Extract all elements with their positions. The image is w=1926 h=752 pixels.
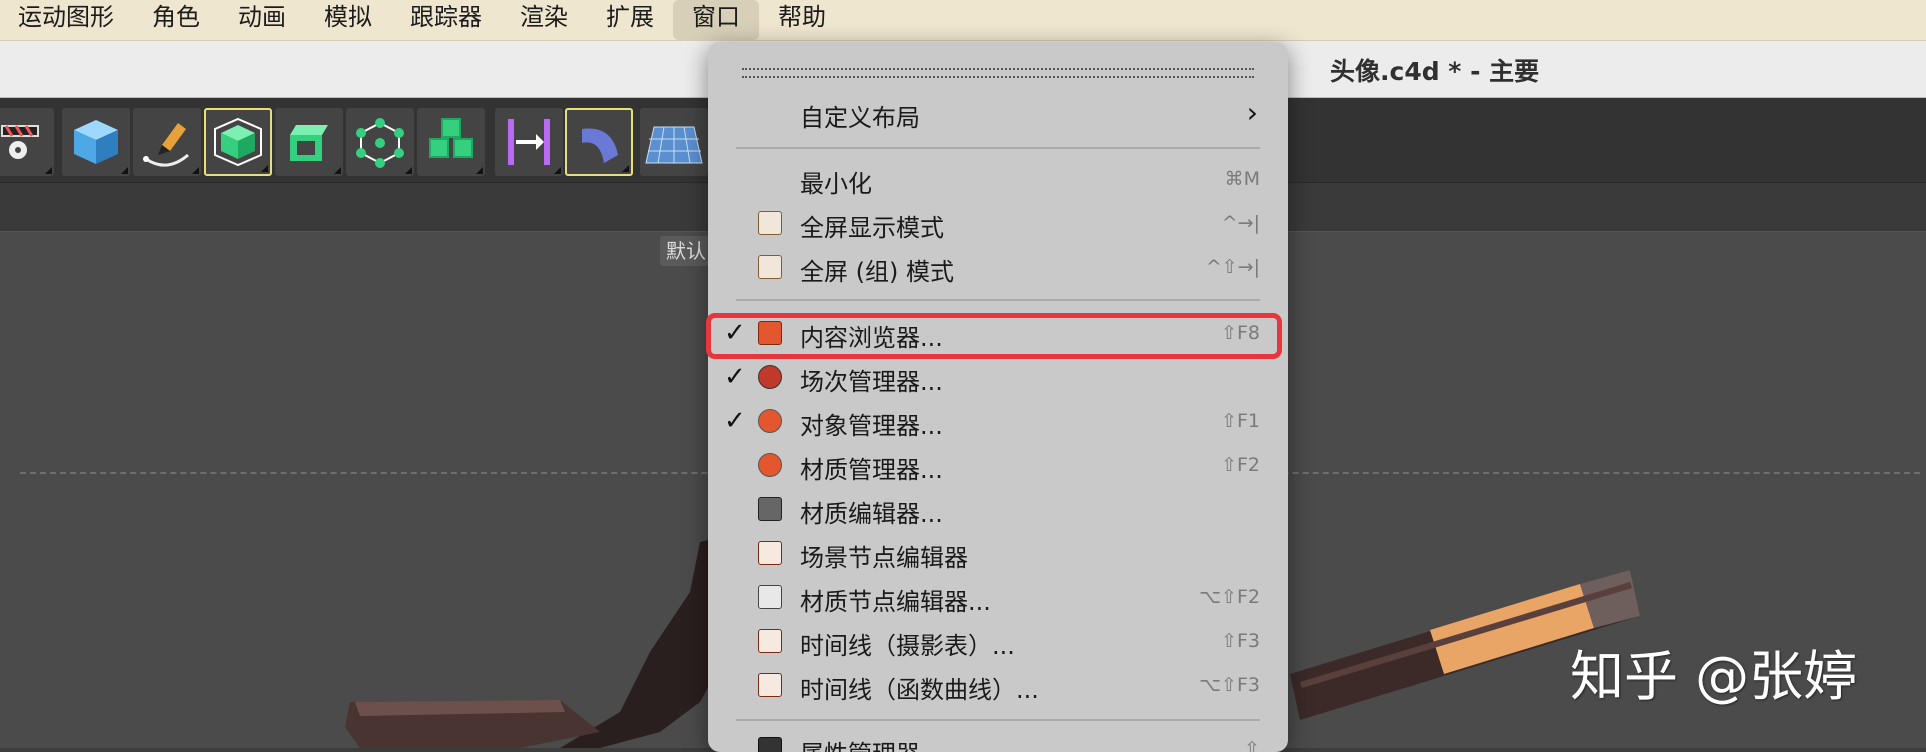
menu-item-label: 全屏显示模式 — [800, 214, 944, 242]
deformer-bend-icon — [508, 119, 550, 165]
menu-character[interactable]: 角色 — [133, 0, 219, 40]
menu-item-label: 时间线（函数曲线）... — [800, 676, 1039, 704]
menu-render[interactable]: 渲染 — [501, 0, 587, 40]
menu-item-material-editor[interactable]: 材质编辑器... — [708, 490, 1288, 530]
menu-item-object-manager[interactable]: ✓ 对象管理器... ⇧F1 — [708, 402, 1288, 442]
scene-nodes-icon — [758, 541, 782, 565]
menu-item-shortcut: ⇧F2 — [1221, 454, 1260, 476]
menu-item-take-manager[interactable]: ✓ 场次管理器... — [708, 358, 1288, 398]
menu-item-label: 对象管理器... — [800, 412, 943, 440]
menu-item-label: 场景节点编辑器 — [800, 544, 968, 572]
menu-item-label: 材质节点编辑器... — [800, 588, 991, 616]
menu-item-shortcut: ^→| — [1221, 212, 1260, 234]
menu-window[interactable]: 窗口 — [673, 0, 759, 40]
menu-help[interactable]: 帮助 — [759, 0, 845, 40]
menu-item-shortcut: ⌥⇧F2 — [1199, 586, 1260, 608]
take-manager-icon — [758, 365, 782, 389]
checkmark-icon: ✓ — [724, 406, 746, 436]
mograph-cloner-icon — [356, 118, 404, 168]
menu-separator — [736, 299, 1260, 301]
menu-animate[interactable]: 动画 — [219, 0, 305, 40]
menu-item-shortcut: ⇧ — [1244, 738, 1260, 752]
window-title: 头像.c4d * - 主要 — [1330, 57, 1540, 86]
menu-item-fullscreen[interactable]: 全屏显示模式 ^→| — [708, 204, 1288, 244]
menu-item-shortcut: ⌘M — [1224, 168, 1260, 190]
menu-tracker[interactable]: 跟踪器 — [391, 0, 501, 40]
menu-item-label: 最小化 — [800, 170, 872, 198]
menu-item-shortcut: ⇧F3 — [1221, 630, 1260, 652]
menubar: 运动图形 角色 动画 模拟 跟踪器 渲染 扩展 窗口 帮助 — [0, 0, 1926, 41]
menu-separator — [736, 719, 1260, 721]
menu-item-label: 自定义布局 — [800, 104, 920, 132]
menu-simulate[interactable]: 模拟 — [305, 0, 391, 40]
menu-item-custom-layout[interactable]: 自定义布局 › — [708, 94, 1288, 134]
array-button[interactable] — [417, 108, 485, 176]
menu-item-label: 全屏 (组) 模式 — [800, 258, 954, 286]
menu-item-fullscreen-group[interactable]: 全屏 (组) 模式 ^⇧→| — [708, 248, 1288, 288]
camera-tool-icon — [582, 128, 618, 163]
floor-button[interactable] — [640, 108, 708, 176]
menu-tearoff-handle[interactable] — [742, 68, 1254, 78]
fullscreen-group-icon — [758, 255, 782, 279]
menu-item-scene-nodes[interactable]: 场景节点编辑器 — [708, 534, 1288, 574]
object-manager-icon — [758, 409, 782, 433]
menu-item-label: 属性管理器... — [800, 734, 943, 752]
menu-item-attribute-manager[interactable]: 属性管理器... ⇧ — [708, 730, 1288, 752]
fullscreen-icon — [758, 211, 782, 235]
cloner-button[interactable] — [346, 108, 414, 176]
material-editor-icon — [758, 497, 782, 521]
menu-mograph[interactable]: 运动图形 — [0, 0, 133, 40]
menu-item-timeline-dopesheet[interactable]: 时间线（摄影表）... ⇧F3 — [708, 622, 1288, 662]
menu-item-label: 材质编辑器... — [800, 500, 943, 528]
subdivision-cube-icon — [214, 117, 262, 167]
material-nodes-icon — [758, 585, 782, 609]
watermark: 知乎 @张婷 — [1570, 645, 1858, 708]
menu-item-label: 时间线（摄影表）... — [800, 632, 1015, 660]
render-settings-button[interactable] — [0, 108, 54, 176]
menu-item-label: 材质管理器... — [800, 456, 943, 484]
timeline-dopesheet-icon — [758, 629, 782, 653]
menu-extensions[interactable]: 扩展 — [587, 0, 673, 40]
clapper-gear-icon — [1, 125, 39, 159]
extrude-button[interactable] — [275, 108, 343, 176]
timeline-fcurve-icon — [758, 673, 782, 697]
menu-item-shortcut: ⌥⇧F3 — [1199, 674, 1260, 696]
material-manager-icon — [758, 453, 782, 477]
menu-item-shortcut: ^⇧→| — [1205, 256, 1260, 278]
bend-button[interactable] — [495, 108, 563, 176]
floor-grid-icon — [645, 126, 703, 164]
menu-item-timeline-fcurve[interactable]: 时间线（函数曲线）... ⌥⇧F3 — [708, 666, 1288, 706]
camera-tool-button[interactable] — [565, 108, 633, 176]
viewport-default-label: 默认 — [660, 236, 712, 266]
menu-separator — [736, 147, 1260, 149]
cube-icon — [74, 120, 118, 164]
submenu-arrow-icon: › — [1246, 96, 1258, 129]
subdivision-button[interactable] — [204, 108, 272, 176]
window-menu-dropdown: 自定义布局 › 最小化 ⌘M 全屏显示模式 ^→| 全屏 (组) 模式 ^⇧→|… — [708, 42, 1288, 752]
menu-item-minimize[interactable]: 最小化 ⌘M — [708, 160, 1288, 200]
menu-item-shortcut: ⇧F1 — [1221, 410, 1260, 432]
pen-button[interactable] — [133, 108, 201, 176]
cubes-array-icon — [429, 118, 473, 158]
extrude-box-icon — [290, 125, 328, 161]
menu-item-label: 场次管理器... — [800, 368, 943, 396]
checkmark-icon: ✓ — [724, 362, 746, 392]
pen-spline-icon — [143, 123, 189, 167]
menu-item-material-nodes[interactable]: 材质节点编辑器... ⌥⇧F2 — [708, 578, 1288, 618]
cube-button[interactable] — [62, 108, 130, 176]
menu-item-material-manager[interactable]: 材质管理器... ⇧F2 — [708, 446, 1288, 486]
attribute-manager-icon — [758, 737, 782, 752]
annotation-highlight-box — [706, 313, 1282, 359]
